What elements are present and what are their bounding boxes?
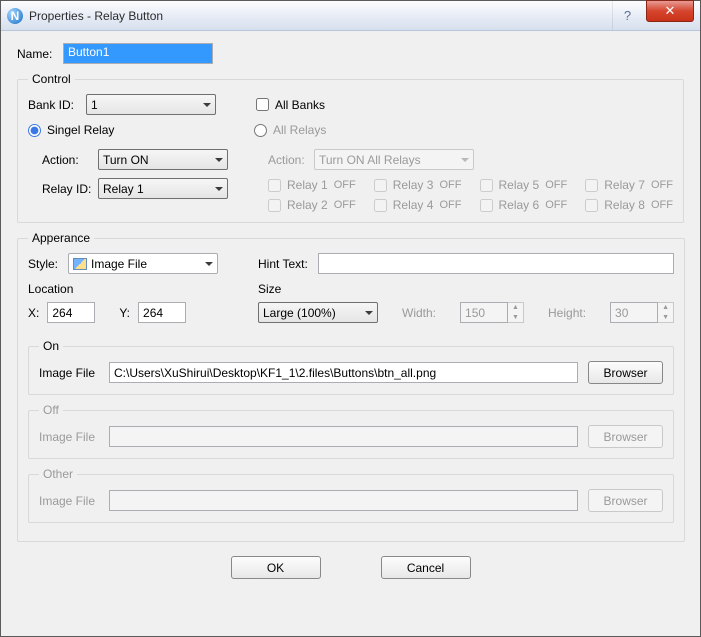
on-image-path-input[interactable] bbox=[109, 362, 578, 383]
image-file-icon bbox=[73, 258, 87, 270]
window-title: Properties - Relay Button bbox=[29, 9, 612, 23]
off-legend: Off bbox=[39, 403, 63, 417]
size-legend: Size bbox=[258, 282, 674, 296]
location-legend: Location bbox=[28, 282, 228, 296]
height-label: Height: bbox=[548, 306, 586, 320]
bank-id-select[interactable]: 1 bbox=[86, 94, 216, 115]
relay-2-checkbox bbox=[268, 199, 281, 212]
chevron-down-icon bbox=[203, 103, 211, 107]
on-image-group: On Image File Browser bbox=[28, 339, 674, 395]
on-legend: On bbox=[39, 339, 63, 353]
relay-6-checkbox bbox=[480, 199, 493, 212]
titlebar: N Properties - Relay Button ? ✕ bbox=[1, 1, 700, 31]
y-input[interactable] bbox=[138, 302, 186, 323]
single-action-select[interactable]: Turn ON bbox=[98, 149, 228, 170]
chevron-down-icon bbox=[215, 187, 223, 191]
all-relays-radio[interactable] bbox=[254, 124, 267, 137]
other-image-path-input bbox=[109, 490, 578, 511]
other-image-group: Other Image File Browser bbox=[28, 467, 674, 523]
spin-up-icon: ▲ bbox=[658, 303, 673, 313]
on-browse-button[interactable]: Browser bbox=[588, 361, 663, 384]
chevron-down-icon bbox=[215, 158, 223, 162]
relay-1-checkbox bbox=[268, 179, 281, 192]
relay-8-checkbox bbox=[585, 199, 598, 212]
name-label: Name: bbox=[17, 47, 63, 61]
single-relay-radio[interactable] bbox=[28, 124, 41, 137]
appearance-group: Apperance Style: Image File Hint Text: L… bbox=[17, 231, 685, 542]
dialog-window: N Properties - Relay Button ? ✕ Name: Bu… bbox=[0, 0, 701, 637]
relay-grid: Relay 1OFF Relay 3OFF Relay 5OFF Relay 7… bbox=[268, 178, 673, 212]
app-icon: N bbox=[7, 8, 23, 24]
width-spinner: ▲▼ bbox=[460, 302, 524, 323]
width-label: Width: bbox=[402, 306, 436, 320]
help-button[interactable]: ? bbox=[612, 1, 642, 30]
chevron-down-icon bbox=[205, 262, 213, 266]
ok-button[interactable]: OK bbox=[231, 556, 321, 579]
appearance-legend: Apperance bbox=[28, 231, 94, 245]
relay-id-select[interactable]: Relay 1 bbox=[98, 178, 228, 199]
style-select[interactable]: Image File bbox=[68, 253, 218, 274]
height-spinner: ▲▼ bbox=[610, 302, 674, 323]
other-legend: Other bbox=[39, 467, 77, 481]
all-action-label: Action: bbox=[268, 153, 314, 167]
spin-down-icon: ▼ bbox=[658, 313, 673, 323]
x-label: X: bbox=[28, 306, 39, 320]
close-button[interactable]: ✕ bbox=[646, 0, 694, 22]
relay-3-checkbox bbox=[374, 179, 387, 192]
x-input[interactable] bbox=[47, 302, 95, 323]
other-image-label: Image File bbox=[39, 494, 109, 508]
hint-text-label: Hint Text: bbox=[258, 257, 318, 271]
size-group: Size Large (100%) Width: ▲▼ Height: bbox=[258, 282, 674, 323]
control-legend: Control bbox=[28, 72, 75, 86]
relay-id-label: Relay ID: bbox=[42, 182, 98, 196]
relay-4-checkbox bbox=[374, 199, 387, 212]
relay-5-checkbox bbox=[480, 179, 493, 192]
cancel-button[interactable]: Cancel bbox=[381, 556, 471, 579]
single-action-label: Action: bbox=[42, 153, 98, 167]
all-relays-label: All Relays bbox=[273, 123, 326, 137]
spin-down-icon: ▼ bbox=[508, 313, 523, 323]
style-label: Style: bbox=[28, 257, 68, 271]
chevron-down-icon bbox=[461, 158, 469, 162]
other-browse-button: Browser bbox=[588, 489, 663, 512]
control-group: Control Bank ID: 1 All Banks Singel Rela… bbox=[17, 72, 684, 223]
off-image-label: Image File bbox=[39, 430, 109, 444]
all-banks-checkbox[interactable] bbox=[256, 98, 269, 111]
single-relay-label: Singel Relay bbox=[47, 123, 114, 137]
location-group: Location X: Y: bbox=[28, 282, 228, 323]
chevron-down-icon bbox=[365, 311, 373, 315]
hint-text-input[interactable] bbox=[318, 253, 674, 274]
y-label: Y: bbox=[119, 306, 130, 320]
off-image-path-input bbox=[109, 426, 578, 447]
spin-up-icon: ▲ bbox=[508, 303, 523, 313]
relay-7-checkbox bbox=[585, 179, 598, 192]
all-action-select: Turn ON All Relays bbox=[314, 149, 474, 170]
size-preset-select[interactable]: Large (100%) bbox=[258, 302, 378, 323]
on-image-label: Image File bbox=[39, 366, 109, 380]
dialog-body: Name: Button1 Control Bank ID: 1 All Ban… bbox=[1, 31, 700, 636]
off-image-group: Off Image File Browser bbox=[28, 403, 674, 459]
name-input[interactable]: Button1 bbox=[63, 43, 213, 64]
all-banks-label: All Banks bbox=[275, 98, 325, 112]
off-browse-button: Browser bbox=[588, 425, 663, 448]
bank-id-label: Bank ID: bbox=[28, 98, 86, 112]
